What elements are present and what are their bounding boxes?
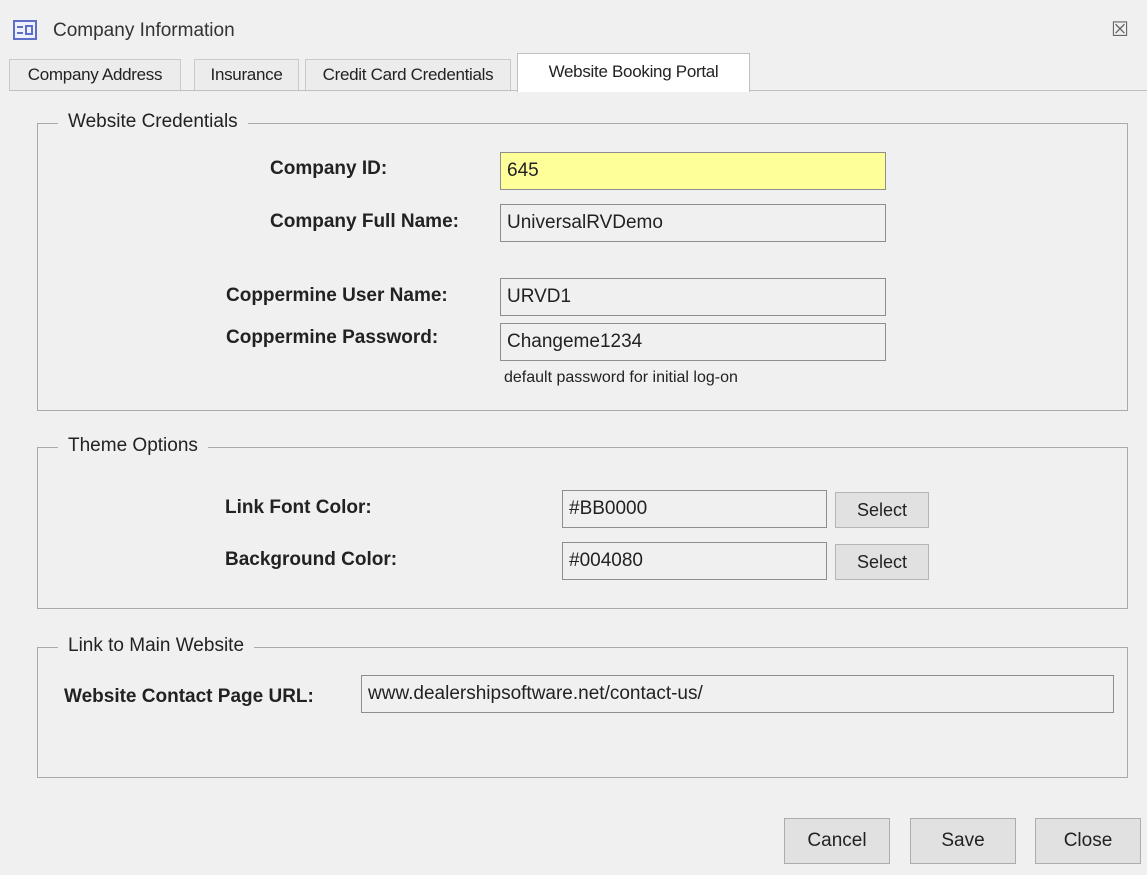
theme-options-title: Theme Options xyxy=(58,435,208,457)
tab-company-address[interactable]: Company Address xyxy=(9,59,181,91)
close-button[interactable]: Close xyxy=(1035,818,1141,864)
background-color-label: Background Color: xyxy=(225,549,398,570)
title-bar: Company Information ☒ xyxy=(0,0,1147,50)
company-full-name-field[interactable]: UniversalRVDemo xyxy=(500,204,886,242)
company-id-field[interactable]: 645 xyxy=(500,152,886,190)
coppermine-user-name-field[interactable]: URVD1 xyxy=(500,278,886,316)
main-website-title: Link to Main Website xyxy=(58,635,255,657)
coppermine-password-label: Coppermine Password: xyxy=(226,327,439,348)
save-button[interactable]: Save xyxy=(910,818,1016,864)
coppermine-user-name-label: Coppermine User Name: xyxy=(226,285,448,306)
password-note: default password for initial log-on xyxy=(504,369,738,386)
tab-credit-card-credentials[interactable]: Credit Card Credentials xyxy=(305,59,511,91)
link-font-color-field[interactable]: #BB0000 xyxy=(562,490,827,528)
contact-page-url-field[interactable]: www.dealershipsoftware.net/contact-us/ xyxy=(361,675,1114,713)
link-font-color-label: Link Font Color: xyxy=(225,497,372,518)
company-full-name-label: Company Full Name: xyxy=(270,211,459,232)
theme-options-group: Theme Options xyxy=(37,435,1128,609)
form-icon xyxy=(13,20,37,40)
link-font-color-select-button[interactable]: Select xyxy=(835,492,929,528)
background-color-field[interactable]: #004080 xyxy=(562,542,827,580)
cancel-button[interactable]: Cancel xyxy=(784,818,890,864)
tab-insurance[interactable]: Insurance xyxy=(194,59,299,91)
website-credentials-title: Website Credentials xyxy=(58,111,248,133)
company-id-label: Company ID: xyxy=(270,158,388,179)
contact-page-url-label: Website Contact Page URL: xyxy=(64,686,314,707)
background-color-select-button[interactable]: Select xyxy=(835,544,929,580)
tab-website-booking-portal[interactable]: Website Booking Portal xyxy=(517,53,750,92)
close-icon[interactable]: ☒ xyxy=(1109,19,1131,41)
window-title: Company Information xyxy=(53,20,235,41)
coppermine-password-field[interactable]: Changeme1234 xyxy=(500,323,886,361)
